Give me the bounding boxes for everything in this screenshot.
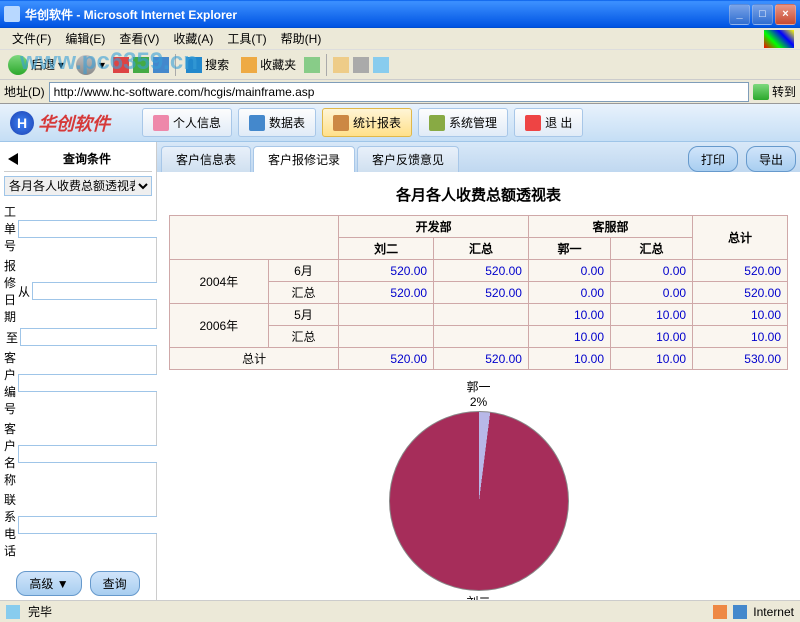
menu-favorites[interactable]: 收藏(A)	[167, 28, 219, 49]
tab-feedback[interactable]: 客户反馈意见	[357, 146, 459, 172]
zone-text: Internet	[753, 605, 794, 619]
menubar: 文件(F) 编辑(E) 查看(V) 收藏(A) 工具(T) 帮助(H)	[0, 28, 800, 50]
menu-tools[interactable]: 工具(T)	[221, 28, 272, 49]
advanced-button[interactable]: 高级 ▼	[16, 571, 81, 596]
ie-logo-icon	[764, 30, 794, 48]
tabs: 客户信息表 客户报修记录 客户反馈意见 打印 导出	[157, 142, 800, 172]
table-icon	[249, 115, 265, 131]
dropdown-icon: ▾	[58, 58, 64, 72]
tab-repair-record[interactable]: 客户报修记录	[253, 146, 355, 172]
back-button[interactable]: 后退 ▾	[4, 53, 68, 77]
export-button[interactable]: 导出	[746, 146, 796, 172]
statusbar: 完毕 Internet	[0, 600, 800, 622]
report-title: 各月各人收费总额透视表	[169, 184, 788, 205]
address-url: http://www.hc-software.com/hcgis/mainfra…	[54, 85, 315, 99]
exit-icon	[525, 115, 541, 131]
address-label: 地址(D)	[4, 83, 45, 100]
refresh-icon[interactable]	[133, 57, 149, 73]
nav-stats[interactable]: 统计报表	[322, 108, 412, 137]
stop-icon[interactable]	[113, 57, 129, 73]
person-icon	[153, 115, 169, 131]
status-text: 完毕	[28, 603, 52, 620]
input-customer-name[interactable]	[18, 445, 179, 463]
dropdown-icon: ▾	[99, 58, 105, 72]
main-content: 客户信息表 客户报修记录 客户反馈意见 打印 导出 各月各人收费总额透视表 开发…	[157, 142, 800, 600]
input-customer-no[interactable]	[18, 374, 179, 392]
toolbar: 后退 ▾ ▾ 搜索 收藏夹	[0, 50, 800, 80]
label-report-date: 报修日期	[4, 257, 16, 325]
app-header: H 华创软件 个人信息 数据表 统计报表 系统管理 退 出	[0, 104, 800, 142]
page-icon	[6, 605, 20, 619]
search-icon	[186, 57, 202, 73]
address-input[interactable]: http://www.hc-software.com/hcgis/mainfra…	[49, 82, 749, 102]
sidebar-title: 查询条件	[26, 150, 148, 167]
nav-system[interactable]: 系统管理	[418, 108, 508, 137]
menu-file[interactable]: 文件(F)	[6, 28, 57, 49]
window-title: 华创软件 - Microsoft Internet Explorer	[25, 6, 729, 23]
search-button[interactable]: 搜索	[182, 54, 233, 75]
back-label: 后退	[31, 56, 55, 73]
pie-label-liu: 刘二 98%	[466, 593, 490, 600]
sidebar: 查询条件 各月各人收费总额透视表 工单号 报修日期 从 至	[0, 142, 157, 600]
nav-data[interactable]: 数据表	[238, 108, 316, 137]
chart-icon	[333, 115, 349, 131]
favorites-button[interactable]: 收藏夹	[237, 54, 300, 75]
shield-icon	[713, 605, 727, 619]
pie-chart: 郭一 2% 刘二 98%	[169, 378, 788, 600]
tab-customer-info[interactable]: 客户信息表	[161, 146, 251, 172]
pie-graphic	[389, 411, 569, 591]
app-logo: H 华创软件	[10, 110, 110, 136]
go-label: 转到	[772, 83, 796, 100]
label-work-no: 工单号	[4, 203, 16, 254]
mail-icon[interactable]	[333, 57, 349, 73]
input-phone[interactable]	[18, 516, 179, 534]
addressbar: 地址(D) http://www.hc-software.com/hcgis/m…	[0, 80, 800, 104]
label-customer-name: 客户名称	[4, 420, 16, 488]
nav-exit[interactable]: 退 出	[514, 108, 583, 137]
collapse-icon[interactable]	[8, 153, 18, 165]
pivot-table: 开发部 客服部 总计 刘二 汇总 郭一 汇总 2004年 6月 520.00	[169, 215, 788, 370]
search-label: 搜索	[205, 56, 229, 73]
menu-view[interactable]: 查看(V)	[113, 28, 165, 49]
back-icon	[8, 55, 28, 75]
nav-personal[interactable]: 个人信息	[142, 108, 232, 137]
minimize-button[interactable]: _	[729, 4, 750, 25]
print-button[interactable]: 打印	[688, 146, 738, 172]
star-icon	[241, 57, 257, 73]
pie-label-guo: 郭一 2%	[466, 378, 490, 409]
gear-icon	[429, 115, 445, 131]
label-customer-no: 客户编号	[4, 349, 16, 417]
home-icon[interactable]	[153, 57, 169, 73]
edit-icon[interactable]	[373, 57, 389, 73]
history-icon[interactable]	[304, 57, 320, 73]
go-button[interactable]: 转到	[753, 83, 796, 100]
app-logo-icon: H	[10, 111, 34, 135]
favorites-label: 收藏夹	[260, 56, 296, 73]
forward-icon	[76, 55, 96, 75]
go-icon	[753, 84, 769, 100]
sidebar-header: 查询条件	[4, 146, 152, 172]
close-button[interactable]: ×	[775, 4, 796, 25]
maximize-button[interactable]: □	[752, 4, 773, 25]
input-work-no[interactable]	[18, 220, 179, 238]
menu-help[interactable]: 帮助(H)	[275, 28, 328, 49]
globe-icon	[733, 605, 747, 619]
report-type-select[interactable]: 各月各人收费总额透视表	[4, 176, 152, 196]
print-icon[interactable]	[353, 57, 369, 73]
app-logo-text: 华创软件	[38, 110, 110, 136]
forward-button[interactable]: ▾	[72, 53, 109, 77]
query-button[interactable]: 查询	[90, 571, 140, 596]
menu-edit[interactable]: 编辑(E)	[59, 28, 111, 49]
window-titlebar: 华创软件 - Microsoft Internet Explorer _ □ ×	[0, 0, 800, 28]
label-phone: 联系电话	[4, 491, 16, 559]
app-icon	[4, 6, 20, 22]
